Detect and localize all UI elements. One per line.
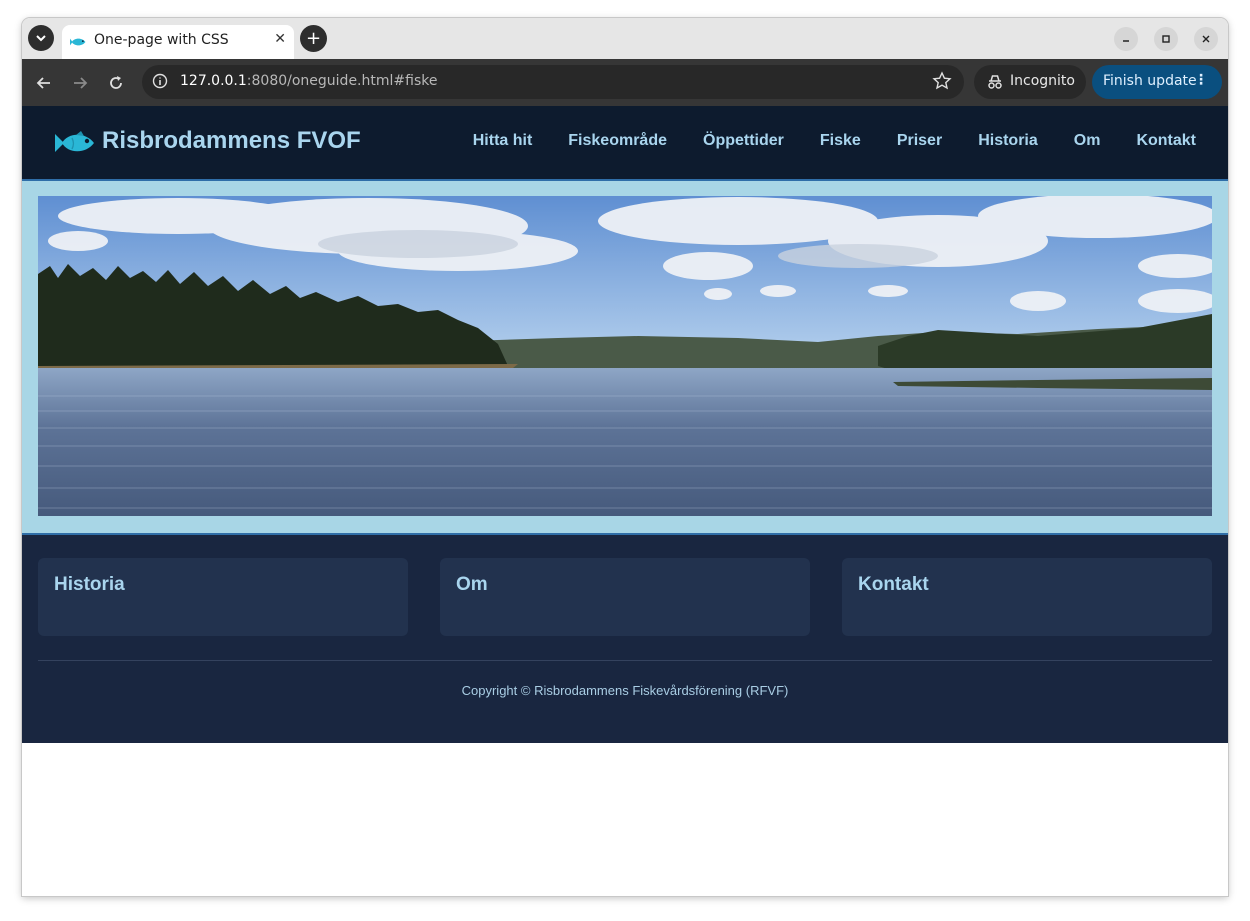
hero-section (22, 181, 1228, 535)
browser-toolbar: 127.0.0.1:8080/oneguide.html#fiske Incog… (22, 59, 1228, 106)
nav-hitta-hit[interactable]: Hitta hit (473, 132, 533, 150)
address-bar[interactable]: 127.0.0.1:8080/oneguide.html#fiske (142, 65, 964, 99)
chevron-down-icon (36, 35, 46, 42)
fish-icon[interactable] (54, 130, 96, 156)
tab-strip: One-page with CSS ✕ + (22, 18, 1228, 59)
finish-update-button[interactable]: Finish update ⋮ (1092, 65, 1222, 99)
site-title[interactable]: Risbrodammens FVOF (102, 127, 361, 155)
more-menu-icon[interactable]: ⋮ (1194, 72, 1208, 88)
close-window-button[interactable] (1194, 27, 1218, 51)
tab-search-button[interactable] (28, 25, 54, 51)
arrow-left-icon (36, 77, 50, 89)
nav-fiske[interactable]: Fiske (820, 132, 861, 150)
fish-icon (70, 38, 86, 46)
footer-divider (38, 660, 1212, 661)
url-host: 127.0.0.1 (180, 73, 247, 89)
minimize-icon (1123, 40, 1129, 42)
maximize-button[interactable] (1154, 27, 1178, 51)
site-header: Risbrodammens FVOF Hitta hit Fiskeområde… (22, 106, 1228, 181)
nav-priser[interactable]: Priser (897, 132, 942, 150)
tab-title: One-page with CSS (94, 32, 229, 48)
web-page: Risbrodammens FVOF Hitta hit Fiskeområde… (22, 106, 1228, 896)
copyright-text: Copyright © Risbrodammens Fiskevårdsföre… (461, 683, 789, 698)
close-icon[interactable]: ✕ (274, 31, 286, 47)
nav-historia[interactable]: Historia (978, 132, 1038, 150)
nav-kontakt[interactable]: Kontakt (1136, 132, 1196, 150)
star-icon[interactable] (932, 71, 952, 91)
incognito-label: Incognito (1010, 73, 1075, 89)
close-icon (1202, 35, 1210, 43)
maximize-icon (1162, 35, 1170, 43)
browser-window: One-page with CSS ✕ + 127.0.0.1:8080/one… (22, 18, 1228, 896)
info-icon[interactable] (152, 73, 168, 89)
incognito-icon (988, 75, 1002, 89)
footer-card-om: Om (440, 558, 810, 636)
arrow-right-icon (74, 77, 88, 89)
new-tab-button[interactable]: + (300, 25, 327, 52)
footer-card-kontakt: Kontakt (842, 558, 1212, 636)
footer-card-title: Om (456, 574, 488, 595)
nav-oppettider[interactable]: Öppettider (703, 132, 784, 150)
footer-card-title: Kontakt (858, 574, 929, 595)
reload-button[interactable] (104, 71, 128, 95)
plus-icon: + (305, 28, 322, 49)
footer-card-title: Historia (54, 574, 125, 595)
nav-fiskeomrade[interactable]: Fiskeområde (568, 132, 667, 150)
url-text[interactable]: 127.0.0.1:8080/oneguide.html#fiske (180, 73, 437, 89)
back-button[interactable] (32, 71, 56, 95)
site-footer: Historia Om Kontakt Copyright © Risbroda… (22, 535, 1228, 743)
hero-lake-image (38, 196, 1212, 516)
footer-card-historia: Historia (38, 558, 408, 636)
forward-button[interactable] (68, 71, 92, 95)
minimize-button[interactable] (1114, 27, 1138, 51)
url-path: :8080/oneguide.html#fiske (246, 73, 438, 89)
active-tab[interactable]: One-page with CSS ✕ (62, 25, 294, 59)
finish-update-label: Finish update (1103, 73, 1197, 89)
reload-icon (110, 76, 122, 89)
incognito-badge[interactable]: Incognito (974, 65, 1086, 99)
main-nav: Hitta hit Fiskeområde Öppettider Fiske P… (473, 132, 1196, 150)
nav-om[interactable]: Om (1074, 132, 1101, 150)
